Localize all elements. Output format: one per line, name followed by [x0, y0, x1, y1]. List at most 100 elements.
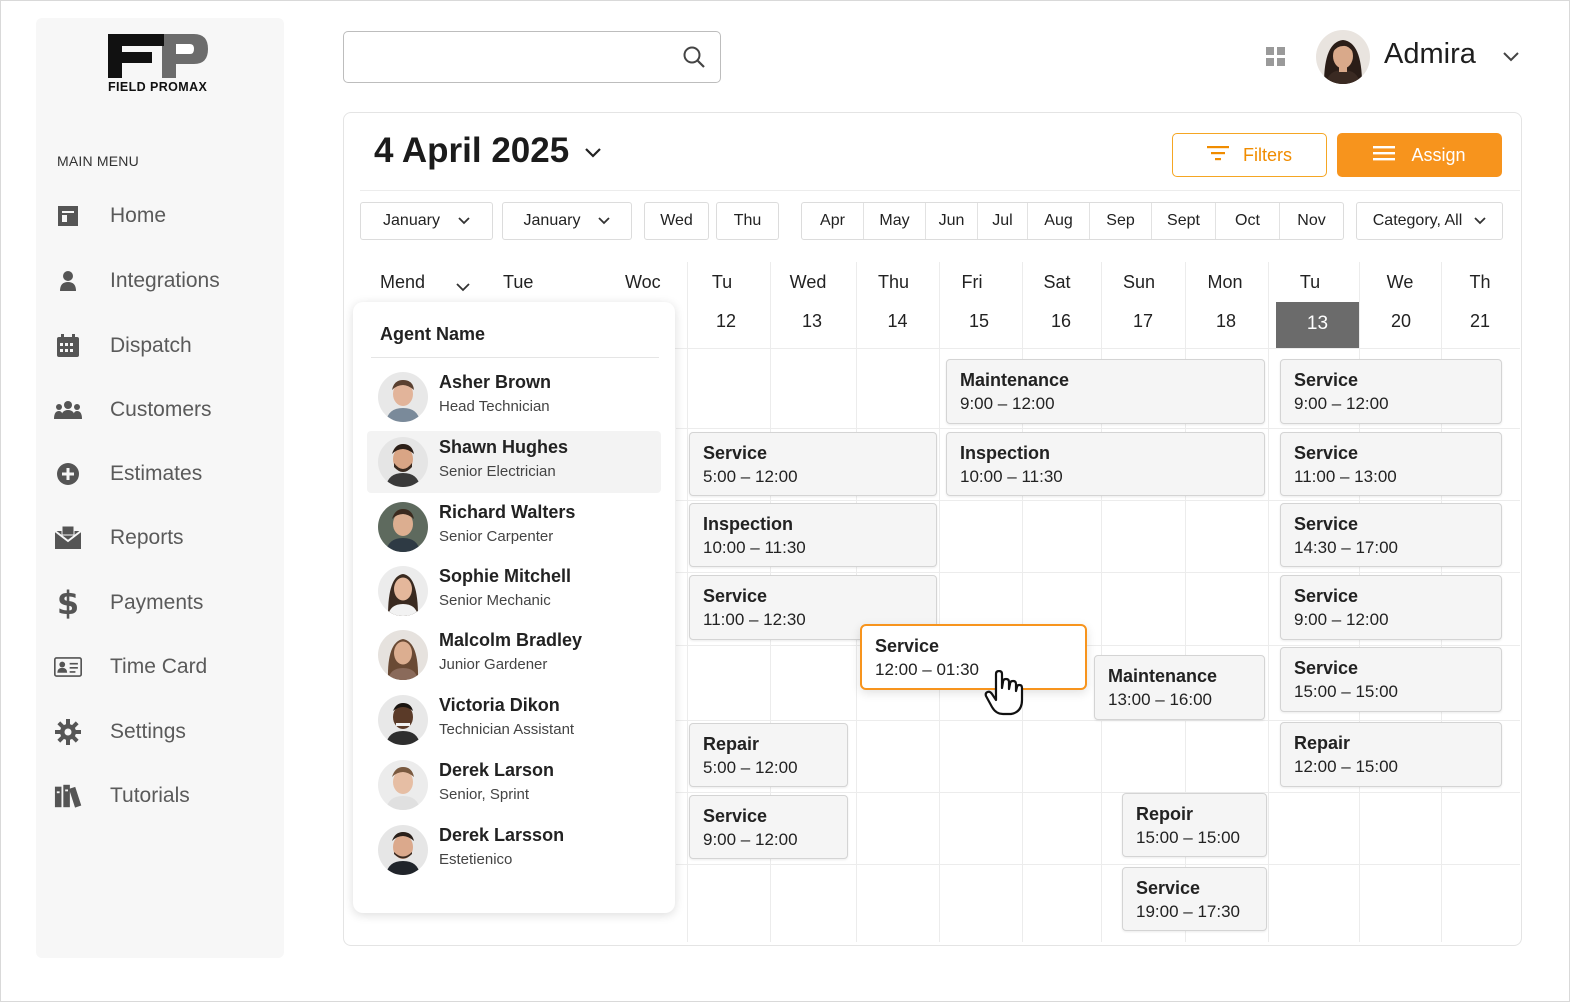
month-select-b[interactable]: January: [502, 202, 632, 240]
day-number-today[interactable]: 13: [1276, 313, 1359, 335]
event-title: Inspection: [960, 443, 1051, 463]
day-number[interactable]: 20: [1360, 311, 1442, 332]
month-tab-oct[interactable]: Oct: [1216, 203, 1280, 239]
category-select[interactable]: Category, All: [1356, 202, 1503, 240]
agent-row[interactable]: Victoria Dikon Technician Assistant: [367, 689, 661, 751]
chevron-down-icon[interactable]: [456, 279, 470, 297]
search-icon[interactable]: [682, 45, 706, 74]
column-head-mend[interactable]: Mend: [380, 272, 425, 293]
search-input[interactable]: [358, 44, 668, 72]
event-title: Service: [703, 443, 768, 463]
sidebar-item-customers[interactable]: Customers: [54, 390, 274, 430]
agent-row[interactable]: Derek Larson Senior, Sprint: [367, 754, 661, 816]
day-head: Wed: [789, 272, 827, 292]
day-number[interactable]: 12: [691, 311, 761, 332]
agent-row[interactable]: Sophie Mitchell Senior Mechanic: [367, 560, 661, 622]
agent-row[interactable]: Asher Brown Head Technician: [367, 366, 661, 428]
event-title: Inspection: [703, 514, 794, 534]
month-select-a[interactable]: January: [360, 202, 493, 240]
month-tab-sep[interactable]: Sep: [1090, 203, 1152, 239]
event-card[interactable]: Service 5:00 – 12:00: [689, 432, 937, 496]
event-time: 15:00 – 15:00: [1136, 828, 1240, 847]
logo-mark-icon: [108, 34, 208, 78]
event-card[interactable]: Service 11:00 – 13:00: [1280, 432, 1502, 496]
user-avatar[interactable]: [1316, 30, 1370, 84]
sidebar-item-dispatch[interactable]: Dispatch: [54, 326, 274, 366]
day-number[interactable]: 13: [774, 311, 850, 332]
search-box[interactable]: [343, 31, 721, 83]
chevron-down-icon[interactable]: [1502, 50, 1520, 68]
event-title: Repair: [1294, 733, 1351, 753]
chevron-down-icon: [598, 212, 611, 230]
month-tab-jun[interactable]: Jun: [926, 203, 978, 239]
event-card[interactable]: Maintenance 9:00 – 12:00: [946, 359, 1265, 424]
day-button-thu[interactable]: Thu: [716, 202, 779, 240]
day-number[interactable]: 21: [1441, 311, 1519, 332]
agent-role: Technician Assistant: [439, 721, 575, 738]
month-tab-aug[interactable]: Aug: [1028, 203, 1090, 239]
event-card[interactable]: Service 14:30 – 17:00: [1280, 503, 1502, 567]
month-tab-nov[interactable]: Nov: [1280, 203, 1343, 239]
sidebar-item-tutorials[interactable]: Tutorials: [54, 776, 274, 816]
grid-line: [939, 262, 940, 942]
month-tab-apr[interactable]: Apr: [802, 203, 864, 239]
event-title: Service: [1294, 658, 1359, 678]
agent-role: Head Technician: [439, 398, 550, 415]
month-tab-jul[interactable]: Jul: [978, 203, 1028, 239]
user-name[interactable]: Admira: [1384, 38, 1476, 71]
event-card[interactable]: Inspection 10:00 – 11:30: [689, 503, 937, 567]
apps-grid-icon[interactable]: [1266, 47, 1286, 72]
day-number[interactable]: 14: [860, 311, 935, 332]
event-card[interactable]: Service 9:00 – 12:00: [1280, 575, 1502, 640]
event-card-selected[interactable]: Service 12:00 – 01:30: [860, 624, 1087, 690]
agent-row-selected[interactable]: Shawn Hughes Senior Electrician: [367, 431, 661, 493]
event-card[interactable]: Service 15:00 – 15:00: [1280, 647, 1502, 712]
grid-line: [676, 864, 1520, 865]
event-card[interactable]: Service 19:00 – 17:30: [1122, 867, 1267, 931]
day-head: Tu: [1299, 272, 1321, 292]
agent-row[interactable]: Richard Walters Senior Carpenter: [367, 496, 661, 558]
envelope-icon: [54, 524, 82, 552]
sidebar-item-label: Home: [110, 204, 167, 227]
event-card[interactable]: Inspection 10:00 – 11:30: [946, 432, 1265, 496]
logo[interactable]: FIELD PROMAX: [108, 34, 218, 100]
sidebar-item-integrations[interactable]: Integrations: [54, 261, 274, 301]
event-time: 12:00 – 01:30: [875, 660, 979, 679]
event-card[interactable]: Service 9:00 – 12:00: [1280, 359, 1502, 424]
avatar: [378, 566, 428, 616]
grid-line: [687, 262, 688, 942]
event-card[interactable]: Repair 5:00 – 12:00: [689, 723, 848, 787]
sidebar-item-estimates[interactable]: Estimates: [54, 454, 274, 494]
date-title[interactable]: 4 April 2025: [374, 131, 569, 171]
filters-button[interactable]: Filters: [1172, 133, 1327, 177]
month-tab-may[interactable]: May: [864, 203, 926, 239]
day-number[interactable]: 17: [1105, 311, 1181, 332]
grid-line: [676, 572, 1520, 573]
chevron-down-icon[interactable]: [584, 146, 602, 164]
event-card[interactable]: Repair 12:00 – 15:00: [1280, 722, 1502, 787]
day-number[interactable]: 16: [1026, 311, 1096, 332]
calendar-icon: [54, 332, 82, 360]
divider: [360, 190, 1520, 191]
agent-row[interactable]: Derek Larsson Estetienico: [367, 819, 661, 881]
sidebar-item-home[interactable]: Home: [54, 196, 274, 236]
day-number[interactable]: 18: [1186, 311, 1266, 332]
assign-label: Assign: [1411, 144, 1466, 165]
agent-row[interactable]: Malcolm Bradley Junior Gardener: [367, 624, 661, 686]
sidebar-item-settings[interactable]: Settings: [54, 712, 274, 752]
assign-button[interactable]: Assign: [1337, 133, 1502, 177]
month-tab-sept[interactable]: Sept: [1152, 203, 1216, 239]
sidebar-item-reports[interactable]: Reports: [54, 518, 274, 558]
event-card[interactable]: Repoir 15:00 – 15:00: [1122, 793, 1267, 857]
day-head: Thu: [877, 272, 910, 292]
sidebar-item-payments[interactable]: $ Payments: [54, 583, 274, 623]
event-card[interactable]: Maintenance 13:00 – 16:00: [1094, 655, 1265, 720]
event-time: 9:00 – 12:00: [960, 394, 1055, 413]
event-time: 9:00 – 12:00: [703, 830, 798, 849]
sidebar-item-time-card[interactable]: Time Card: [54, 647, 274, 687]
event-time: 19:00 – 17:30: [1136, 902, 1240, 921]
day-button-wed[interactable]: Wed: [644, 202, 709, 240]
grid-line: [676, 720, 1520, 721]
event-card[interactable]: Service 9:00 – 12:00: [689, 795, 848, 859]
day-number[interactable]: 15: [946, 311, 1012, 332]
